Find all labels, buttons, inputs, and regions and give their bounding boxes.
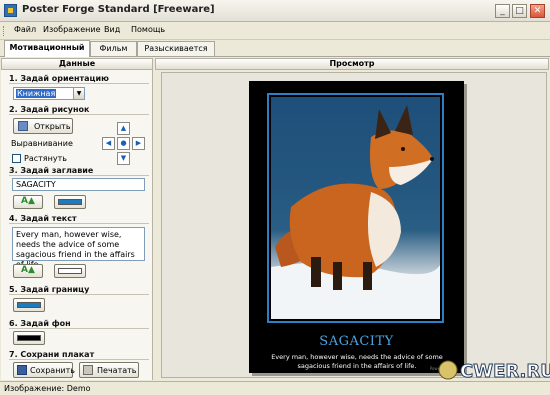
align-top-icon[interactable]: ▲: [117, 122, 130, 135]
divider: [9, 223, 149, 224]
section-border-title: 5. Задай границу: [9, 285, 90, 294]
text-font-button[interactable]: A▲: [13, 264, 43, 278]
align-left-icon[interactable]: ◀: [102, 137, 115, 150]
data-panel-header: Данные: [1, 58, 153, 70]
divider: [9, 175, 149, 176]
tab-motivational[interactable]: Мотивационный: [4, 40, 90, 57]
tab-film[interactable]: Фильм: [90, 41, 137, 56]
font-icon: A▲: [21, 196, 35, 206]
section-save-title: 7. Сохрани плакат: [9, 350, 95, 359]
menu-grip: [3, 26, 5, 36]
tab-wanted[interactable]: Разыскивается: [137, 41, 215, 56]
heading-color-button[interactable]: [54, 195, 86, 209]
preview-panel-header: Просмотр: [155, 58, 549, 70]
divider: [9, 83, 149, 84]
border-color-fill: [17, 302, 41, 308]
section-orientation-title: 1. Задай ориентацию: [9, 74, 109, 83]
poster-photo-frame: [267, 93, 444, 323]
menu-view[interactable]: Вид: [104, 25, 120, 34]
poster-text: Every man, however wise, needs the advic…: [271, 353, 443, 370]
svg-text:CWER.RU: CWER.RU: [460, 361, 550, 382]
print-button[interactable]: Печатать: [79, 362, 139, 378]
heading-font-button[interactable]: A▲: [13, 195, 43, 209]
maximize-button[interactable]: □: [512, 4, 527, 18]
print-label: Печатать: [97, 366, 137, 375]
stretch-label: Растянуть: [24, 154, 67, 163]
menu-help[interactable]: Помощь: [131, 25, 165, 34]
border-color-button[interactable]: [13, 298, 45, 312]
menu-image[interactable]: Изображение: [43, 25, 101, 34]
align-right-icon[interactable]: ▶: [132, 137, 145, 150]
watermark-logo: CWER.RU: [438, 355, 550, 385]
folder-icon: [18, 121, 28, 131]
save-button[interactable]: Сохранить: [13, 362, 75, 378]
poster-photo: [271, 97, 440, 319]
section-background-title: 6. Задай фон: [9, 319, 71, 328]
data-panel: Данные 1. Задай ориентацию Книжная ▼ 2. …: [1, 58, 153, 380]
printer-icon: [83, 365, 93, 375]
title-bar: Poster Forge Standard [Freeware] _ □ ✕: [0, 0, 550, 22]
open-image-button[interactable]: Открыть: [13, 118, 73, 134]
text-color-fill: [58, 268, 82, 274]
heading-color-fill: [58, 199, 82, 205]
stretch-checkbox[interactable]: [12, 154, 21, 163]
section-heading-title: 3. Задай заглавие: [9, 166, 94, 175]
background-color-fill: [17, 335, 41, 341]
poster: SAGACITY Every man, however wise, needs …: [249, 81, 464, 373]
window-title: Poster Forge Standard [Freeware]: [22, 4, 215, 15]
chevron-down-icon[interactable]: ▼: [73, 88, 84, 99]
section-picture-title: 2. Задай рисунок: [9, 105, 90, 114]
minimize-button[interactable]: _: [495, 4, 510, 18]
orientation-select[interactable]: Книжная ▼: [13, 87, 85, 100]
orientation-value: Книжная: [16, 89, 57, 98]
app-icon: [4, 4, 17, 17]
open-image-label: Открыть: [34, 122, 71, 131]
divider: [9, 359, 149, 360]
save-label: Сохранить: [30, 366, 75, 375]
align-center-icon[interactable]: ●: [117, 137, 130, 150]
font-icon: A▲: [21, 265, 35, 275]
cwer-watermark: CWER.RU: [438, 360, 550, 383]
preview-area: SAGACITY Every man, however wise, needs …: [161, 72, 547, 378]
divider: [9, 328, 149, 329]
preview-panel: Просмотр SAGACITY Every man, however wis…: [155, 58, 549, 380]
heading-input[interactable]: SAGACITY: [12, 178, 145, 191]
divider: [9, 114, 149, 115]
floppy-icon: [17, 365, 27, 375]
poster-title: SAGACITY: [319, 334, 394, 349]
align-bottom-icon[interactable]: ▼: [117, 152, 130, 165]
tab-bar: Мотивационный Фильм Разыскивается: [0, 40, 550, 57]
align-label: Выравнивание: [11, 139, 73, 148]
close-button[interactable]: ✕: [530, 4, 545, 18]
section-text-title: 4. Задай текст: [9, 214, 77, 223]
menu-file[interactable]: Файл: [14, 25, 36, 34]
status-text: Изображение: Demo: [4, 384, 91, 393]
background-color-button[interactable]: [13, 331, 45, 345]
menu-bar: Файл Изображение Вид Помощь: [0, 22, 550, 40]
text-color-button[interactable]: [54, 264, 86, 278]
divider: [9, 294, 149, 295]
text-input[interactable]: Every man, however wise, needs the advic…: [12, 227, 145, 269]
fox-photo: [271, 105, 440, 319]
